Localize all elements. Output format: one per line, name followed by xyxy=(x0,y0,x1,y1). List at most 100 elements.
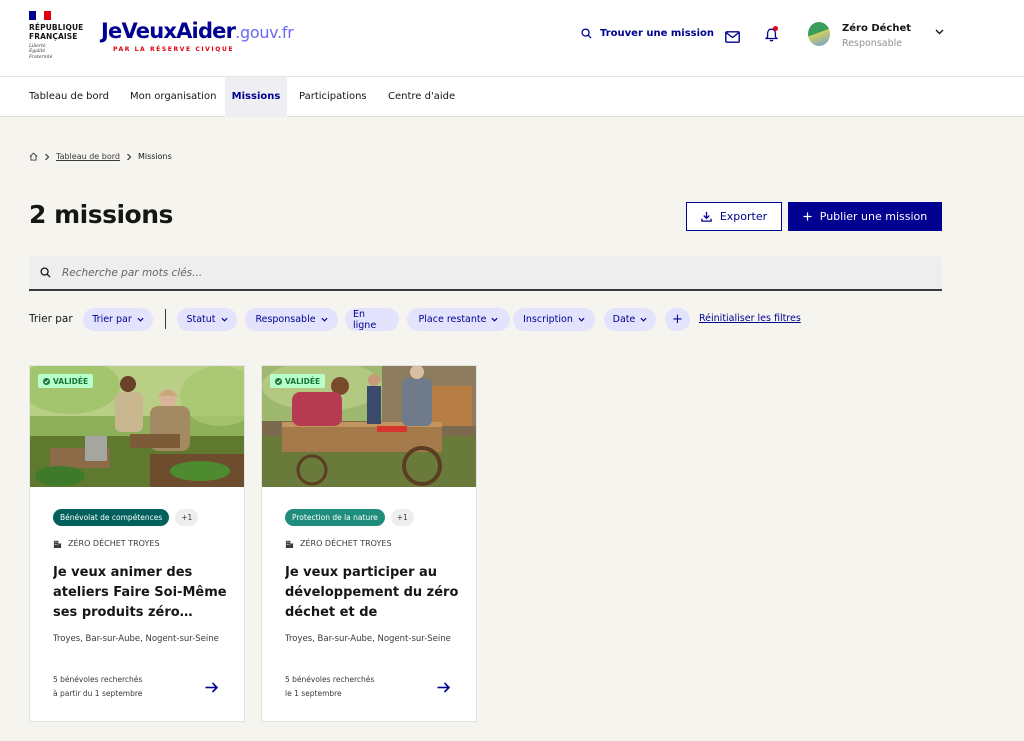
chevron-down-icon xyxy=(491,317,498,322)
nav-item-help-center[interactable]: Centre d'aide xyxy=(388,77,455,117)
filter-remaining-places-label: Place restante xyxy=(418,314,487,325)
sort-dropdown-label: Trier par xyxy=(92,314,132,325)
mission-location: Troyes, Bar-sur-Aube, Nogent-sur-Seine xyxy=(53,634,219,644)
main-navigation: Tableau de bord Mon organisation Mission… xyxy=(0,77,1024,117)
search-input[interactable] xyxy=(62,256,922,289)
mission-organization: ZÉRO DÉCHET TROYES xyxy=(285,539,392,548)
brand-suffix: .gouv.fr xyxy=(235,23,294,42)
mission-location: Troyes, Bar-sur-Aube, Nogent-sur-Seine xyxy=(285,634,451,644)
building-icon xyxy=(53,540,62,548)
status-badge: VALIDÉE xyxy=(270,374,326,388)
mission-card[interactable]: VALIDÉE Bénévolat de compétences +1 ZÉRO… xyxy=(29,365,245,722)
mission-organization-name: ZÉRO DÉCHET TROYES xyxy=(300,539,392,548)
site-brand-logo[interactable]: JeVeuxAider.gouv.fr PAR LA RÉSERVE CIVIQ… xyxy=(101,19,294,53)
more-tags-badge: +1 xyxy=(390,509,414,526)
mail-icon xyxy=(725,31,740,43)
mission-photo: VALIDÉE xyxy=(262,366,476,487)
filter-date-label: Date xyxy=(612,314,636,325)
organization-name: Zéro Déchet xyxy=(842,23,912,34)
nav-item-organization[interactable]: Mon organisation xyxy=(130,77,216,117)
page-title: 2 missions xyxy=(29,200,173,229)
filter-separator xyxy=(165,309,166,329)
add-filter-button[interactable]: + xyxy=(665,308,690,331)
volunteers-needed: 5 bénévoles recherchés xyxy=(285,675,375,684)
check-circle-icon xyxy=(43,377,50,385)
building-icon xyxy=(285,540,294,548)
chevron-right-icon xyxy=(127,153,132,160)
publish-mission-label: Publier une mission xyxy=(819,210,928,223)
republic-name-line-2: FRANÇAISE xyxy=(29,32,78,41)
nav-item-missions[interactable]: Missions xyxy=(225,77,287,117)
notification-dot xyxy=(773,26,778,31)
chevron-down-icon xyxy=(221,317,228,322)
mission-date: le 1 septembre xyxy=(285,689,342,698)
sort-label: Trier par xyxy=(29,313,73,325)
arrow-right-icon[interactable] xyxy=(205,682,218,693)
breadcrumb-current: Missions xyxy=(137,152,172,161)
organization-avatar xyxy=(808,22,830,46)
organization-menu[interactable]: Zéro Déchet Responsable xyxy=(808,20,948,52)
mission-tags: Bénévolat de compétences +1 xyxy=(53,509,199,526)
chevron-down-icon xyxy=(640,317,647,322)
mission-title: Je veux animer des ateliers Faire Soi-Mê… xyxy=(53,565,227,620)
status-badge-label: VALIDÉE xyxy=(53,376,89,386)
mission-meta: 5 bénévoles recherchés à partir du 1 sep… xyxy=(53,673,142,701)
mission-organization-name: ZÉRO DÉCHET TROYES xyxy=(68,539,160,548)
check-circle-icon xyxy=(275,377,282,385)
mission-organization: ZÉRO DÉCHET TROYES xyxy=(53,539,160,548)
brand-tagline: PAR LA RÉSERVE CIVIQUE xyxy=(113,46,235,53)
mission-tags: Protection de la nature +1 xyxy=(285,509,414,526)
volunteers-needed: 5 bénévoles recherchés xyxy=(53,675,143,684)
mission-date: à partir du 1 septembre xyxy=(53,689,143,698)
chevron-down-icon xyxy=(578,317,585,322)
download-icon xyxy=(701,211,712,222)
filter-responsible[interactable]: Responsable xyxy=(245,308,338,331)
mission-meta: 5 bénévoles recherchés le 1 septembre xyxy=(285,673,374,701)
mission-title: Je veux participer au développement du z… xyxy=(285,565,459,620)
organization-role: Responsable xyxy=(842,38,903,49)
more-tags-badge: +1 xyxy=(175,509,199,526)
chevron-down-icon xyxy=(935,29,944,35)
filter-status[interactable]: Statut xyxy=(177,308,237,331)
export-label: Exporter xyxy=(719,210,768,223)
republique-francaise-logo[interactable]: RÉPUBLIQUE FRANÇAISE Liberté Égalité Fra… xyxy=(29,11,89,60)
notifications-button[interactable] xyxy=(764,26,779,46)
chevron-down-icon xyxy=(321,317,328,322)
filter-date[interactable]: Date xyxy=(604,308,656,331)
filter-registration-label: Inscription xyxy=(523,314,573,325)
nav-item-dashboard[interactable]: Tableau de bord xyxy=(29,77,109,117)
chevron-down-icon xyxy=(137,317,144,322)
header: RÉPUBLIQUE FRANÇAISE Liberté Égalité Fra… xyxy=(0,0,1024,77)
plus-icon xyxy=(803,212,812,221)
find-mission-link[interactable]: Trouver une mission xyxy=(581,28,714,39)
export-button[interactable]: Exporter xyxy=(686,202,782,231)
messages-button[interactable] xyxy=(725,28,740,47)
home-icon[interactable] xyxy=(29,152,38,161)
filter-responsible-label: Responsable xyxy=(255,314,316,325)
filter-registration[interactable]: Inscription xyxy=(513,308,595,331)
nav-item-participations[interactable]: Participations xyxy=(299,77,367,117)
mission-domain-tag: Bénévolat de compétences xyxy=(53,509,170,526)
find-mission-label: Trouver une mission xyxy=(600,28,715,39)
search-bar xyxy=(29,256,942,291)
mission-card[interactable]: VALIDÉE Protection de la nature +1 ZÉRO … xyxy=(261,365,477,722)
french-flag-icon xyxy=(29,11,51,20)
breadcrumb-dashboard-link[interactable]: Tableau de bord xyxy=(56,152,120,161)
arrow-right-icon[interactable] xyxy=(437,682,450,693)
status-badge-label: VALIDÉE xyxy=(285,376,321,386)
status-badge: VALIDÉE xyxy=(38,374,94,388)
filter-remaining-places[interactable]: Place restante xyxy=(407,308,510,331)
breadcrumb: Tableau de bord Missions xyxy=(29,152,172,161)
reset-filters-link[interactable]: Réinitialiser les filtres xyxy=(699,313,801,324)
sort-dropdown[interactable]: Trier par xyxy=(83,308,153,331)
search-icon xyxy=(40,267,51,278)
motto-fraternite: Fraternité xyxy=(29,54,53,60)
publish-mission-button[interactable]: Publier une mission xyxy=(788,202,942,231)
chevron-right-icon xyxy=(45,153,50,160)
search-icon xyxy=(581,28,592,39)
mission-photo: VALIDÉE xyxy=(30,366,244,487)
filter-online[interactable]: En ligne xyxy=(345,308,399,331)
filter-online-label: En ligne xyxy=(353,308,377,331)
brand-name: JeVeuxAider xyxy=(101,19,236,43)
filter-status-label: Statut xyxy=(186,314,216,325)
